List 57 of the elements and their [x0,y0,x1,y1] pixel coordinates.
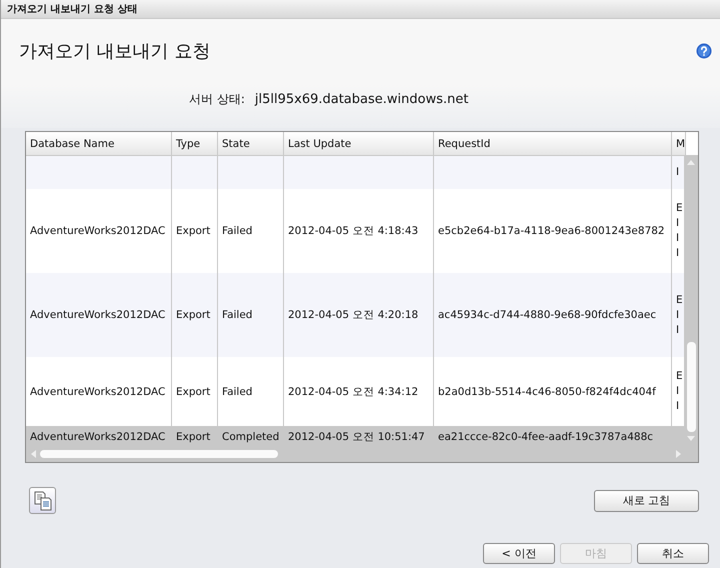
scroll-thumb[interactable] [686,342,696,432]
table-cell: Failed [222,386,252,398]
table-cell: I [676,399,680,414]
table-cell: 2012-04-05 오전 4:20:18 [288,308,418,322]
table-cell: Export [176,431,210,443]
table-cell: I [676,322,680,338]
table-cell: I [676,231,680,246]
table-cell: 2012-04-05 오전 4:18:43 [288,224,418,238]
table-cell: AdventureWorks2012DAC [30,431,166,443]
documents-icon [34,490,52,510]
table-cell: 2012-04-05 오전 10:51:47 [288,430,425,444]
table-cell: I [676,216,680,231]
scroll-down-icon[interactable] [687,436,695,442]
window-title: 가져오기 내보내기 요청 상태 [7,3,138,16]
horizontal-scrollbar[interactable] [26,446,698,462]
table-row[interactable]: I [26,156,686,189]
table-cell: Export [176,386,210,398]
server-label: 서버 상태: [189,91,245,108]
table-cell: AdventureWorks2012DAC [30,309,166,321]
vertical-scrollbar[interactable] [684,155,698,446]
wizard-button[interactable]: 취소 [637,543,709,564]
table-row[interactable]: AdventureWorks2012DAC Export Completed 2012-04-05 오전 10:51:47 ea21ccce-82c0-4fee-aadf-19c3787a488c [26,426,686,446]
table-cell: 2012-04-05 오전 4:34:12 [288,384,418,398]
scroll-up-icon[interactable] [687,159,695,165]
column-header[interactable]: Last Update [284,132,434,155]
column-header[interactable]: State [218,132,284,155]
column-header[interactable]: Database Name [26,132,172,155]
copy-button[interactable] [29,487,56,514]
table-cell: ac45934c-d744-4880-9e68-90fdcfe30aec [438,309,656,321]
table-cell: I [676,165,680,180]
table-cell: I [676,384,680,399]
table-cell: e5cb2e64-b17a-4118-9ea6-8001243e8782 [438,225,665,237]
help-icon[interactable] [696,43,712,59]
table-cell: E [676,369,683,384]
table-cell: b2a0d13b-5514-4c46-8050-f824f4dc404f [438,386,656,398]
scroll-thumb[interactable] [40,450,278,458]
table-cell: Failed [222,225,252,237]
table-row[interactable]: AdventureWorks2012DAC Export Failed 2012-04-05 오전 4:20:18 ac45934c-d744-4880-9e68-90fdcfe30aec E I I [26,273,686,357]
table-cell: Failed [222,309,252,321]
table-cell: AdventureWorks2012DAC [30,386,166,398]
table-cell: Export [176,225,210,237]
column-header[interactable]: Type [172,132,218,155]
table-cell: AdventureWorks2012DAC [30,225,166,237]
table-cell: I [676,246,680,261]
column-header[interactable]: RequestId [434,132,672,155]
table-cell: E [676,201,683,216]
table-cell: I [676,308,680,322]
server-name: jl5ll95x69.database.windows.net [254,92,468,107]
table-cell: Completed [222,431,280,443]
table-cell: Export [176,309,210,321]
page-heading: 가져오기 내보내기 요청 [19,40,210,63]
table-cell: E [676,292,683,308]
refresh-button[interactable]: 새로 고침 [594,490,699,512]
table-cell: ea21ccce-82c0-4fee-aadf-19c3787a488c [438,431,654,443]
scroll-left-icon[interactable] [30,450,36,458]
scroll-right-icon[interactable] [676,450,682,458]
wizard-button[interactable]: < 이전 [483,543,555,564]
